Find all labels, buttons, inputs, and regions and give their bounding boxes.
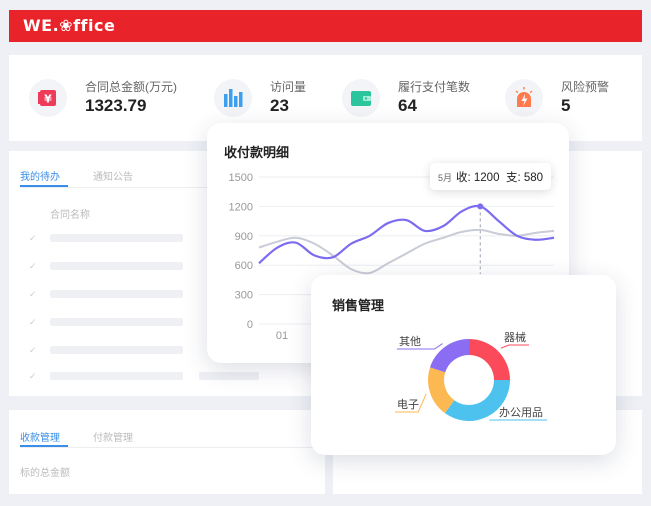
slice-label: 电子 xyxy=(397,398,419,411)
sales-management-card: 销售管理 器械 办公用品 电子 其他 xyxy=(311,275,616,455)
sales-donut-chart[interactable]: 器械办公用品 电子 其他 xyxy=(311,275,616,455)
list-item-extra xyxy=(199,372,259,380)
check-icon[interactable]: ✓ xyxy=(29,371,37,382)
stat-value: 1323.79 xyxy=(85,96,147,115)
tab-divider xyxy=(20,447,320,448)
list-item[interactable] xyxy=(50,346,183,354)
collection-panel: 收款管理 付款管理 标的总金额 xyxy=(9,410,325,494)
bar-chart-icon xyxy=(214,79,252,117)
y-tick-label: 0 xyxy=(247,319,253,331)
check-icon[interactable]: ✓ xyxy=(29,345,37,356)
stat-label: 风险预警 xyxy=(561,80,610,94)
stat-contract-amount: ¥ 合同总金额(万元) 1323.79 xyxy=(29,73,209,123)
tab-notices[interactable]: 通知公告 xyxy=(93,168,133,183)
list-item[interactable] xyxy=(50,372,183,380)
highlight-point xyxy=(477,203,484,210)
list-item[interactable] xyxy=(50,234,183,242)
slice-label: 器械 xyxy=(504,330,526,344)
tab-collections[interactable]: 收款管理 xyxy=(20,429,60,444)
stat-label: 合同总金额(万元) xyxy=(85,80,177,94)
stat-visits: 访问量 23 xyxy=(214,73,334,123)
list-item[interactable] xyxy=(50,262,183,270)
stat-payments: 履行支付笔数 64 xyxy=(342,73,492,123)
tooltip-receive: 收: 1200 xyxy=(456,172,500,184)
field-label-amount: 标的总金额 xyxy=(20,468,70,479)
y-tick-label: 300 xyxy=(235,290,253,302)
slice-label: 办公用品 xyxy=(499,406,543,419)
y-tick-label: 1500 xyxy=(229,172,253,184)
svg-text:¥: ¥ xyxy=(44,93,52,106)
stat-value: 5 xyxy=(561,96,571,115)
brand-logo[interactable]: WE.❀ffice xyxy=(23,16,115,35)
stat-label: 履行支付笔数 xyxy=(398,80,471,94)
list-item[interactable] xyxy=(50,318,183,326)
list-item[interactable] xyxy=(50,290,183,298)
stat-risk-alert: 风险预警 5 xyxy=(505,73,635,123)
tab-my-todo[interactable]: 我的待办 xyxy=(20,168,60,183)
slice-leader-line xyxy=(500,344,529,349)
stat-value: 64 xyxy=(398,96,417,115)
x-tick-label: 01 xyxy=(276,330,288,342)
stat-value: 23 xyxy=(270,96,289,115)
check-icon[interactable]: ✓ xyxy=(29,233,37,244)
column-header-contract-name: 合同名称 xyxy=(50,210,90,221)
check-icon[interactable]: ✓ xyxy=(29,261,37,272)
stat-label: 访问量 xyxy=(270,80,307,94)
tooltip-pay: 支: 580 xyxy=(506,172,544,184)
donut-slice-0 xyxy=(469,339,510,380)
check-icon[interactable]: ✓ xyxy=(29,317,37,328)
y-tick-label: 600 xyxy=(235,260,253,272)
tooltip-month: 5月 xyxy=(438,173,453,183)
donut-slice-3 xyxy=(430,339,469,373)
warning-lightning-icon xyxy=(505,79,543,117)
y-tick-label: 1200 xyxy=(229,201,253,213)
wallet-icon xyxy=(342,79,380,117)
yuan-badge-icon: ¥ xyxy=(29,79,67,117)
slice-label: 其他 xyxy=(399,335,421,348)
tab-payments[interactable]: 付款管理 xyxy=(93,429,133,444)
chart-tooltip: 5月 收: 1200 支: 580 xyxy=(430,163,551,190)
check-icon[interactable]: ✓ xyxy=(29,289,37,300)
y-tick-label: 900 xyxy=(235,231,253,243)
series-line-1 xyxy=(258,228,555,275)
top-bar: WE.❀ffice xyxy=(9,10,642,42)
